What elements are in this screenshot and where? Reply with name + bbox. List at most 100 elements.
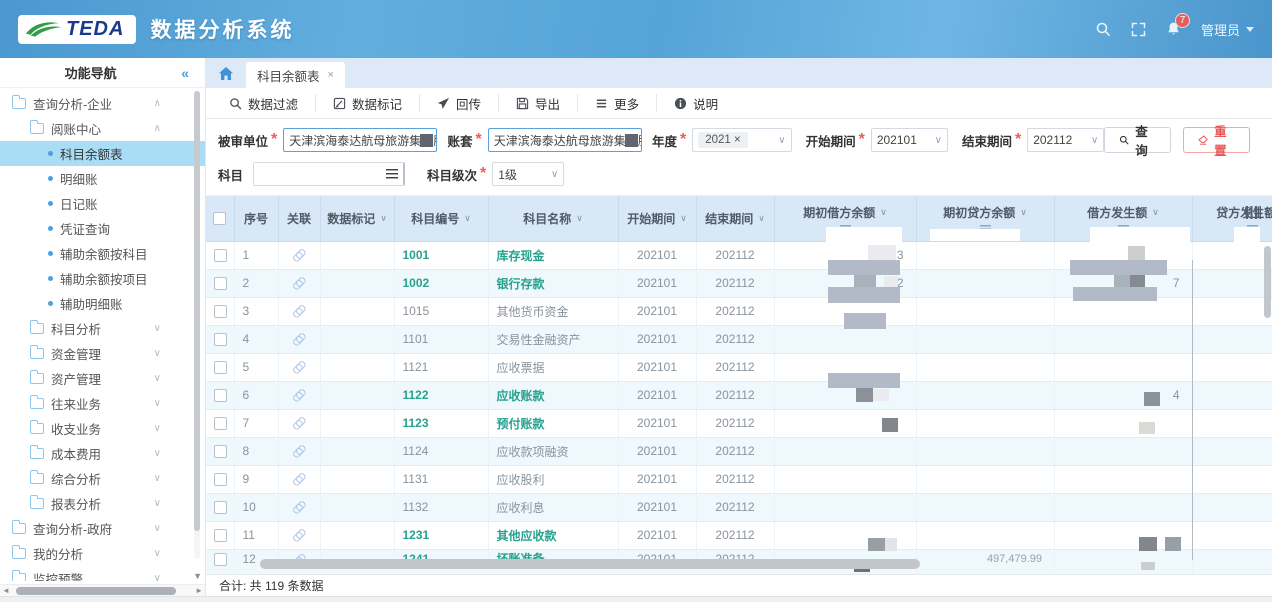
sort-icon[interactable]: ∨ [1020,207,1027,218]
link-icon[interactable] [289,358,309,378]
sidebar-item-18[interactable]: 我的分析∨ [0,541,205,566]
sidebar-item-15[interactable]: 综合分析∨ [0,466,205,491]
sidebar-item-3[interactable]: 明细账 [0,166,205,191]
user-menu[interactable]: 管理员 [1201,20,1254,39]
sidebar-item-7[interactable]: 辅助余额按项目 [0,266,205,291]
reset-button[interactable]: 重置 [1183,127,1250,153]
more-button[interactable]: 更多 [578,94,656,113]
notifications-bell-icon[interactable]: 7 [1166,21,1181,37]
row-checkbox[interactable] [214,529,227,542]
year-select[interactable]: 2021 × ∨ [692,128,791,152]
subject-level-select[interactable]: 1级 ∨ [492,162,564,186]
link-icon[interactable] [289,470,309,490]
sort-icon[interactable]: ∨ [758,213,765,224]
col-header-5[interactable]: 科目名称∨ [488,196,618,241]
home-icon[interactable] [218,66,234,81]
audited-unit-input[interactable]: 天津滨海泰达航母旅游集团股份 [283,128,437,152]
tab-subject-balance[interactable]: 科目余额表 × [246,62,345,88]
sidebar-item-10[interactable]: 资金管理∨ [0,341,205,366]
cell-code[interactable]: 1002 [394,269,488,297]
col-header-3[interactable]: 数据标记∨ [320,196,394,241]
cell-name[interactable]: 应收账款 [488,381,618,409]
table-vertical-scrollbar[interactable] [1264,246,1271,318]
query-button[interactable]: 查询 [1104,127,1171,153]
cell-name[interactable]: 库存现金 [488,241,618,269]
row-checkbox[interactable] [214,473,227,486]
link-icon[interactable] [289,442,309,462]
row-checkbox[interactable] [214,417,227,430]
sidebar-item-0[interactable]: 查询分析-企业∧ [0,91,205,116]
scroll-right-arrow-icon[interactable]: ► [195,586,203,595]
col-header-4[interactable]: 科目编号∨ [394,196,488,241]
data-mark-button[interactable]: 数据标记 [316,94,419,113]
sidebar-item-8[interactable]: 辅助明细账 [0,291,205,316]
cell-name[interactable]: 其他应收款 [488,521,618,549]
search-icon[interactable] [1095,21,1111,37]
sort-icon[interactable]: ∨ [380,213,387,224]
sidebar-item-11[interactable]: 资产管理∨ [0,366,205,391]
row-checkbox[interactable] [214,501,227,514]
account-set-input[interactable]: 天津滨海泰达航母旅游集团股份 [488,128,642,152]
cell-code[interactable]: 1231 [394,521,488,549]
help-button[interactable]: 说明 [657,94,735,113]
tab-close-icon[interactable]: × [328,69,334,81]
fullscreen-icon[interactable] [1131,22,1146,37]
sort-icon[interactable]: ∨ [1152,207,1159,218]
row-checkbox[interactable] [214,361,227,374]
data-filter-button[interactable]: 数据过滤 [212,94,315,113]
start-period-select[interactable]: 202101 ∨ [871,128,948,152]
scroll-left-arrow-icon[interactable]: ◄ [2,586,10,595]
row-checkbox[interactable] [214,333,227,346]
column-settings-icon[interactable] [1246,206,1261,219]
link-icon[interactable] [289,498,309,518]
row-checkbox[interactable] [214,445,227,458]
sidebar-item-13[interactable]: 收支业务∨ [0,416,205,441]
sidebar-item-2[interactable]: 科目余额表 [0,141,205,166]
send-back-button[interactable]: 回传 [420,94,498,113]
link-icon[interactable] [289,526,309,546]
col-header-6[interactable]: 开始期间∨ [618,196,696,241]
cell-code[interactable]: 1123 [394,409,488,437]
link-icon[interactable] [289,302,309,322]
sidebar-item-4[interactable]: 日记账 [0,191,205,216]
select-all-checkbox[interactable] [213,212,226,225]
subject-input[interactable] [253,162,405,186]
sort-icon[interactable]: ∨ [680,213,687,224]
sidebar-item-14[interactable]: 成本费用∨ [0,441,205,466]
sidebar-collapse-button[interactable]: « [181,65,205,81]
sidebar-item-1[interactable]: 阅账中心∧ [0,116,205,141]
subject-picker-icon[interactable] [386,169,398,179]
cell-name[interactable]: 银行存款 [488,269,618,297]
sidebar-item-17[interactable]: 查询分析-政府∨ [0,516,205,541]
sidebar-item-6[interactable]: 辅助余额按科目 [0,241,205,266]
link-icon[interactable] [289,414,309,434]
col-header-7[interactable]: 结束期间∨ [696,196,774,241]
end-period-select[interactable]: 202112 ∨ [1027,128,1104,152]
row-checkbox[interactable] [214,277,227,290]
sidebar-item-19[interactable]: 监控预警∨ [0,566,205,581]
sort-icon[interactable]: ∨ [880,207,887,218]
sidebar-horizontal-scrollbar[interactable]: ◄ ► [0,584,205,596]
select-all-header[interactable] [206,196,234,241]
sidebar-item-12[interactable]: 往来业务∨ [0,391,205,416]
row-checkbox[interactable] [214,553,227,566]
cell-name[interactable]: 预付账款 [488,409,618,437]
link-icon[interactable] [289,246,309,266]
scroll-down-arrow-icon[interactable]: ▼ [193,571,202,581]
year-tag[interactable]: 2021 × [698,132,748,148]
cell-code[interactable]: 1122 [394,381,488,409]
sort-icon[interactable]: ∨ [576,213,583,224]
sidebar-item-9[interactable]: 科目分析∨ [0,316,205,341]
sidebar-vertical-scrollbar[interactable] [194,91,200,559]
row-checkbox[interactable] [214,305,227,318]
table-horizontal-scrollbar[interactable] [260,559,920,569]
row-checkbox[interactable] [214,389,227,402]
link-icon[interactable] [289,274,309,294]
link-icon[interactable] [289,330,309,350]
link-icon[interactable] [289,386,309,406]
sidebar-item-5[interactable]: 凭证查询 [0,216,205,241]
sidebar-item-16[interactable]: 报表分析∨ [0,491,205,516]
sort-icon[interactable]: ∨ [464,213,471,224]
row-checkbox[interactable] [214,249,227,262]
export-button[interactable]: 导出 [499,94,577,113]
